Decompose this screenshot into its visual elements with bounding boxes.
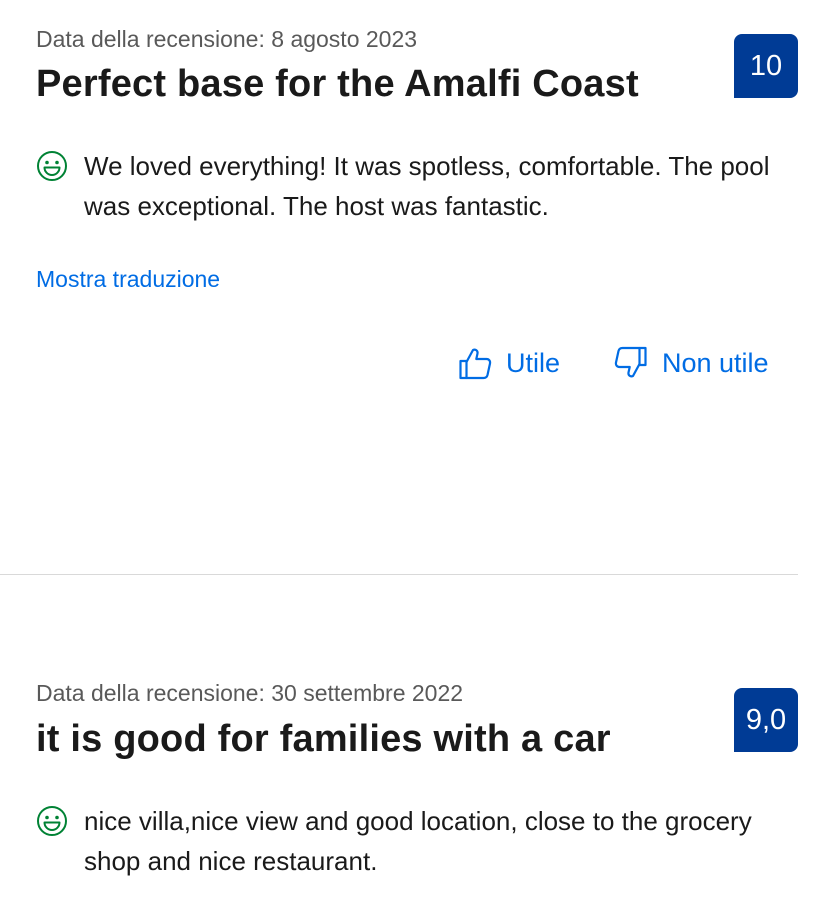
review-title: it is good for families with a car [36, 718, 611, 760]
review-card: Data della recensione: 8 agosto 2023 Per… [0, 0, 832, 575]
helpful-button[interactable]: Utile [458, 346, 560, 380]
review-positive: We loved everything! It was spotless, co… [36, 146, 806, 226]
review-divider [0, 574, 798, 575]
review-date: Data della recensione: 30 settembre 2022 [36, 680, 464, 706]
smiley-face-icon [37, 806, 67, 836]
review-date: Data della recensione: 8 agosto 2023 [36, 26, 418, 52]
review-score-badge: 9,0 [734, 688, 798, 752]
helpful-label: Utile [506, 347, 561, 378]
review-score-badge: 10 [734, 34, 798, 98]
not-helpful-button[interactable]: Non utile [614, 346, 769, 380]
not-helpful-label: Non utile [662, 347, 769, 378]
thumbs-up-icon [459, 348, 492, 380]
smiley-face-icon [37, 151, 67, 181]
review-title: Perfect base for the Amalfi Coast [36, 63, 639, 105]
review-card: Data della recensione: 30 settembre 2022… [0, 655, 832, 906]
show-translation-link[interactable]: Mostra traduzione [36, 266, 220, 293]
review-positive: nice villa,nice view and good location, … [36, 801, 806, 881]
thumbs-down-icon [614, 346, 647, 378]
review-positive-text: nice villa,nice view and good location, … [84, 806, 752, 876]
review-positive-text: We loved everything! It was spotless, co… [84, 151, 770, 221]
